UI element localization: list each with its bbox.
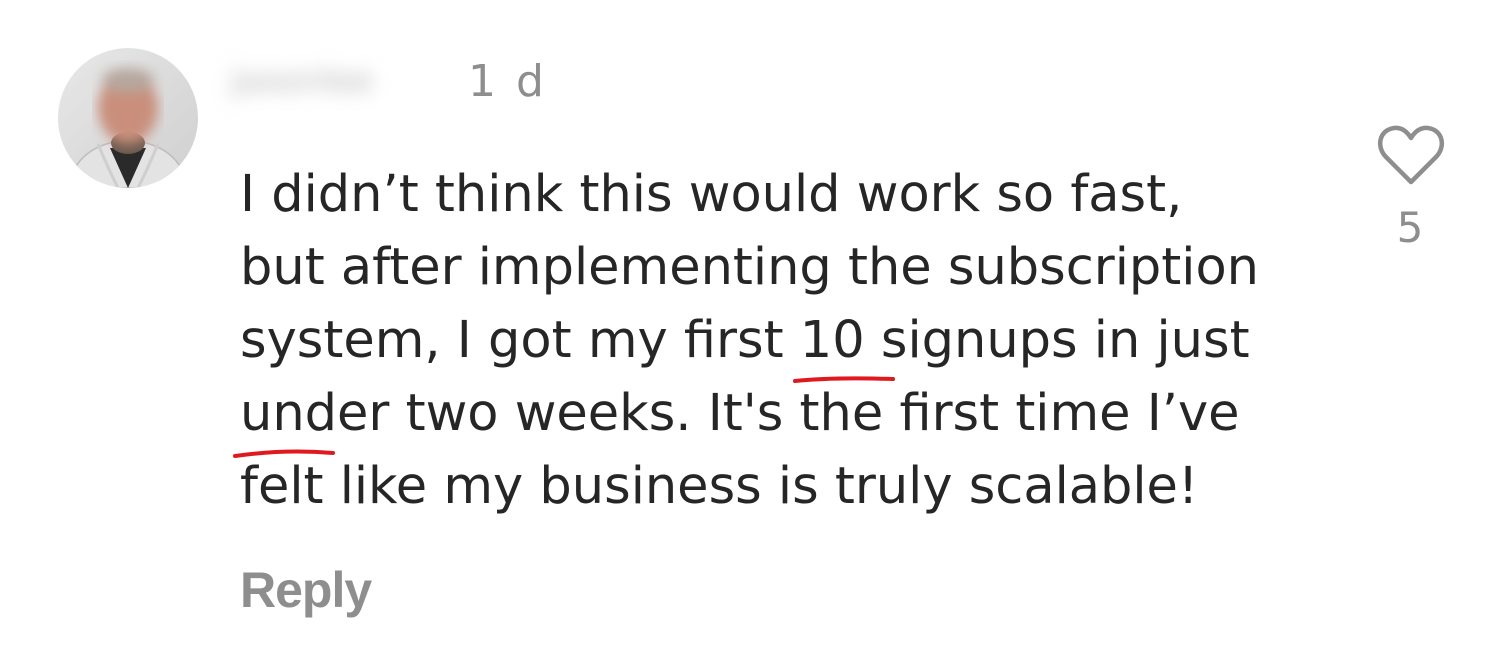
avatar[interactable] xyxy=(58,48,198,188)
comment-text: I didn’t think this would work so fast, … xyxy=(240,158,1370,523)
comment-line: in just xyxy=(1077,311,1250,370)
username[interactable]: jaxonlee xyxy=(230,58,440,104)
comment-line: but after implementing the subscription xyxy=(240,238,1259,297)
like-count: 5 xyxy=(1396,203,1424,252)
profile-photo-icon xyxy=(58,48,198,188)
like-button[interactable] xyxy=(1376,122,1446,188)
comment-line: It's the first time I’ve xyxy=(691,384,1240,443)
comment-line: felt like my business is truly scalable! xyxy=(240,457,1199,516)
comment-line: I didn’t think this would work so fast, xyxy=(240,165,1183,224)
highlighted-phrase: under two weeks. xyxy=(240,377,691,450)
highlighted-phrase: 10 signups xyxy=(800,304,1078,377)
timestamp: 1 d xyxy=(468,56,547,107)
comment-line: system, I got my first xyxy=(240,311,800,370)
highlighted-text: under two weeks. xyxy=(240,384,692,443)
highlighted-text: 10 signups xyxy=(799,311,1078,370)
comment: jaxonlee 1 d I didn’t think this would w… xyxy=(0,0,1500,653)
reply-button[interactable]: Reply xyxy=(240,560,372,620)
heart-outline-icon xyxy=(1377,125,1445,185)
